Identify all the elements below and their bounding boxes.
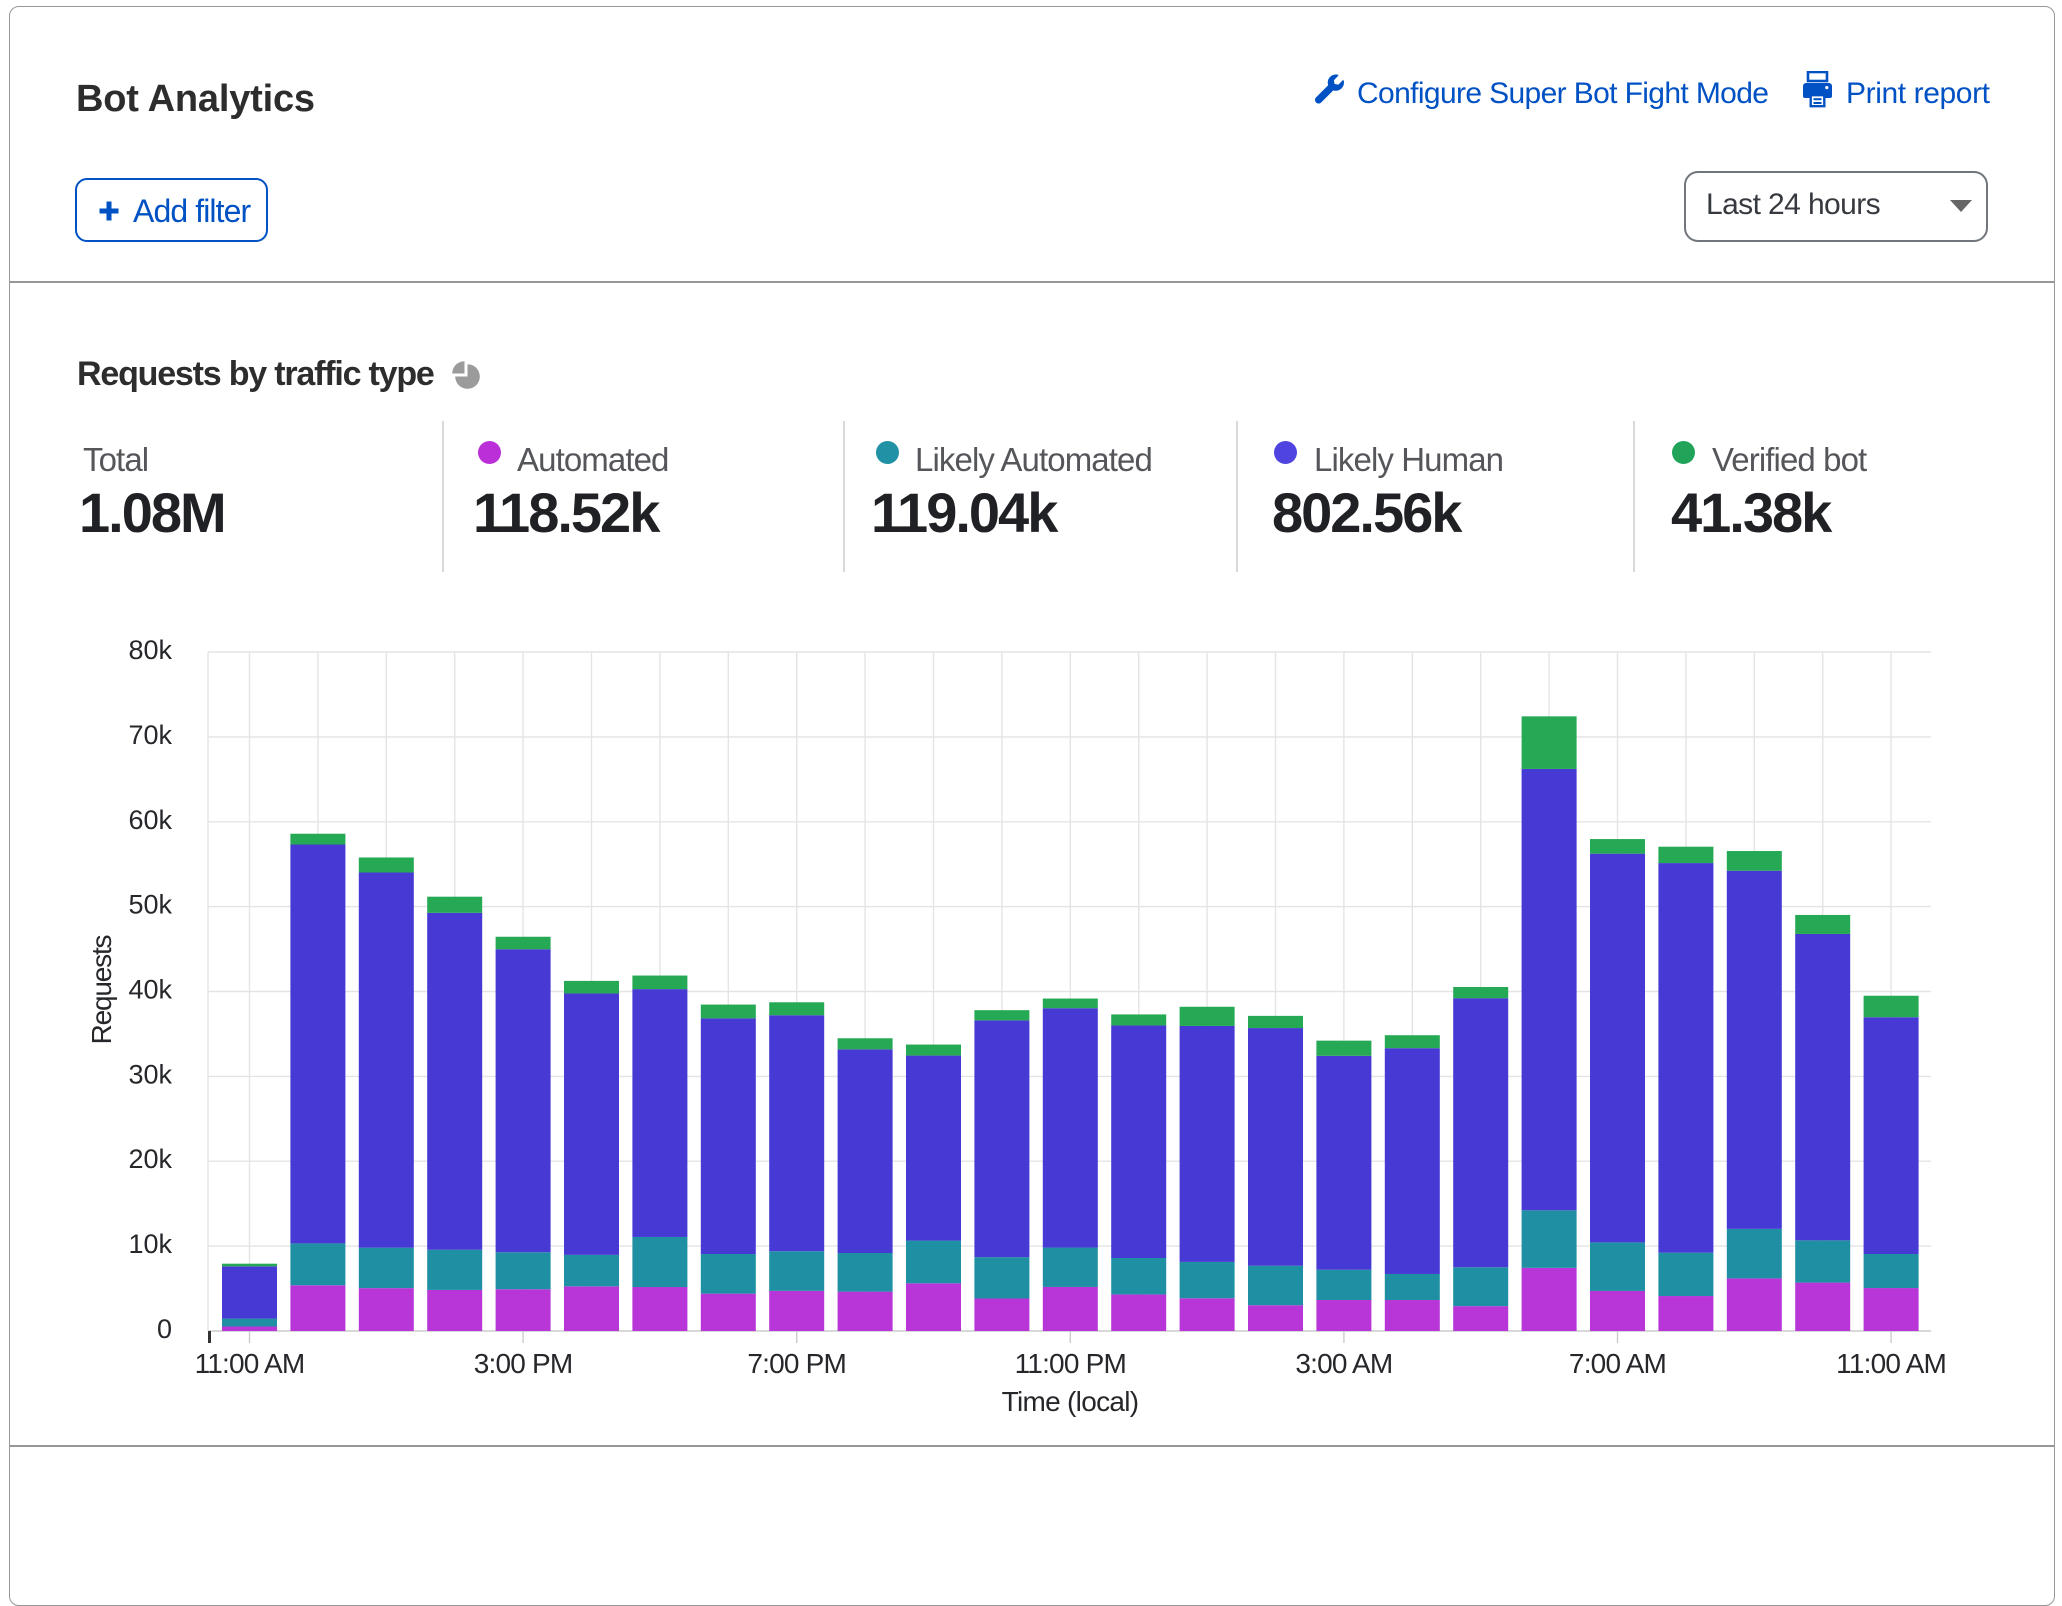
svg-text:30k: 30k <box>128 1059 172 1089</box>
svg-text:11:00 PM: 11:00 PM <box>1015 1348 1126 1379</box>
svg-text:60k: 60k <box>128 805 172 835</box>
svg-text:Requests: Requests <box>86 935 117 1044</box>
svg-text:11:00 AM: 11:00 AM <box>1836 1348 1946 1379</box>
svg-text:0: 0 <box>157 1314 172 1344</box>
svg-text:3:00 PM: 3:00 PM <box>474 1348 573 1379</box>
svg-text:50k: 50k <box>128 890 172 920</box>
svg-text:80k: 80k <box>128 635 172 665</box>
svg-text:7:00 AM: 7:00 AM <box>1569 1348 1666 1379</box>
svg-text:20k: 20k <box>128 1144 172 1174</box>
svg-text:7:00 PM: 7:00 PM <box>747 1348 846 1379</box>
svg-text:70k: 70k <box>128 720 172 750</box>
svg-text:10k: 10k <box>128 1229 172 1259</box>
svg-text:40k: 40k <box>128 975 172 1005</box>
svg-text:11:00 AM: 11:00 AM <box>195 1348 305 1379</box>
svg-text:Time (local): Time (local) <box>1002 1386 1139 1417</box>
svg-text:3:00 AM: 3:00 AM <box>1295 1348 1392 1379</box>
